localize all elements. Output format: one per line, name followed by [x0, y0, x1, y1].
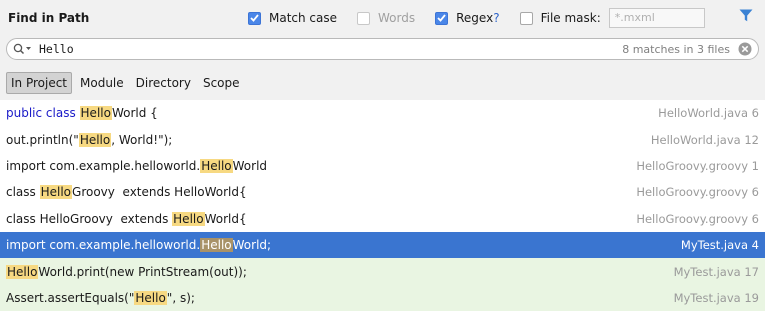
- result-row[interactable]: Assert.assertEquals("Hello", s); MyTest.…: [0, 284, 765, 311]
- result-file: MyTest.java 19: [673, 290, 759, 305]
- result-file: HelloWorld.java 12: [650, 132, 759, 147]
- result-row[interactable]: public class HelloWorld { HelloWorld.jav…: [0, 100, 765, 127]
- result-code-pre: Assert.assertEquals(": [6, 290, 135, 305]
- result-row[interactable]: out.println("Hello, World!"); HelloWorld…: [0, 126, 765, 153]
- clear-icon[interactable]: [738, 42, 752, 56]
- result-code-pre: import com.example.helloworld.: [6, 238, 201, 253]
- words-label: Words: [378, 11, 416, 25]
- result-code: import com.example.helloworld.HelloWorld: [6, 158, 268, 173]
- result-file: MyTest.java 17: [673, 264, 759, 279]
- result-code-pre: public class: [6, 106, 80, 121]
- result-code-pre: class HelloGroovy extends: [6, 211, 173, 226]
- file-mask-checkbox[interactable]: [519, 11, 533, 25]
- result-match: Hello: [79, 106, 112, 121]
- result-match: Hello: [200, 238, 233, 253]
- result-match: Hello: [6, 264, 39, 279]
- regex-option[interactable]: Regex ?: [435, 11, 500, 25]
- result-file: HelloGroovy.groovy 1: [636, 158, 759, 173]
- filter-icon[interactable]: [739, 9, 753, 25]
- result-row[interactable]: import com.example.helloworld.HelloWorld…: [0, 152, 765, 180]
- result-match: Hello: [134, 290, 167, 305]
- regex-help-link[interactable]: ?: [493, 11, 499, 25]
- result-match: Hello: [172, 211, 205, 226]
- scope-directory[interactable]: Directory: [132, 73, 195, 93]
- result-code: import com.example.helloworld.HelloWorld…: [6, 238, 272, 253]
- words-option[interactable]: Words: [357, 11, 415, 25]
- regex-checkbox[interactable]: [435, 11, 449, 25]
- result-row[interactable]: class HelloGroovy extends HelloWorld{ He…: [0, 179, 765, 206]
- regex-label: Regex: [456, 11, 494, 25]
- scope-tabs: In Project Module Directory Scope: [6, 71, 248, 95]
- result-row[interactable]: class HelloGroovy extends HelloWorld{ He…: [0, 205, 765, 232]
- result-row-selected[interactable]: import com.example.helloworld.HelloWorld…: [0, 231, 765, 259]
- result-code: out.println("Hello, World!");: [6, 132, 173, 147]
- result-code-post: World;: [232, 238, 272, 253]
- words-checkbox[interactable]: [357, 11, 371, 25]
- header-bar: Find in Path Match case Words Regex ? Fi…: [0, 0, 765, 36]
- result-match: Hello: [78, 132, 112, 147]
- result-file: HelloGroovy.groovy 6: [636, 211, 759, 226]
- match-case-label: Match case: [269, 11, 338, 25]
- result-code-post: World {: [111, 106, 158, 121]
- result-code-pre: out.println(": [6, 132, 79, 147]
- result-row[interactable]: HelloWorld.print(new PrintStream(out)); …: [0, 258, 765, 285]
- result-code: class HelloGroovy extends HelloWorld{: [6, 185, 247, 200]
- find-in-path-panel: Find in Path Match case Words Regex ? Fi…: [0, 0, 765, 311]
- result-code-pre: import com.example.helloworld.: [6, 158, 201, 173]
- search-query[interactable]: Hello: [39, 42, 622, 56]
- file-mask-input[interactable]: *.mxml: [608, 8, 705, 28]
- result-code: HelloWorld.print(new PrintStream(out));: [6, 264, 247, 279]
- search-icon[interactable]: [13, 43, 33, 55]
- result-match: Hello: [200, 158, 233, 173]
- match-case-checkbox[interactable]: [248, 11, 261, 25]
- result-file: HelloWorld.java 6: [658, 106, 759, 121]
- window-title: Find in Path: [8, 11, 90, 25]
- result-code: public class HelloWorld {: [6, 106, 158, 121]
- result-code-post: World{: [204, 211, 247, 226]
- result-match: Hello: [39, 185, 73, 200]
- scope-in-project[interactable]: In Project: [6, 72, 73, 94]
- result-code-post: World.print(new PrintStream(out));: [38, 264, 247, 279]
- result-code: class HelloGroovy extends HelloWorld{: [6, 211, 247, 226]
- result-code-pre: class: [6, 185, 40, 200]
- match-count: 8 matches in 3 files: [622, 42, 730, 56]
- file-mask-label: File mask:: [540, 11, 601, 25]
- scope-module[interactable]: Module: [76, 73, 128, 93]
- result-code: Assert.assertEquals("Hello", s);: [6, 290, 195, 305]
- result-file: MyTest.java 4: [680, 238, 759, 253]
- result-file: HelloGroovy.groovy 6: [636, 185, 759, 200]
- scope-custom[interactable]: Scope: [199, 73, 244, 93]
- result-code-post: ", s);: [166, 290, 195, 305]
- search-field[interactable]: Hello 8 matches in 3 files: [6, 38, 759, 60]
- result-code-post: , World!");: [111, 132, 173, 147]
- result-code-post: Groovy extends HelloWorld{: [72, 185, 247, 200]
- match-case-option[interactable]: Match case: [248, 11, 337, 25]
- file-mask-option[interactable]: File mask: *.mxml: [519, 8, 705, 28]
- results-list: public class HelloWorld { HelloWorld.jav…: [0, 100, 765, 311]
- result-code-post: World: [232, 158, 268, 173]
